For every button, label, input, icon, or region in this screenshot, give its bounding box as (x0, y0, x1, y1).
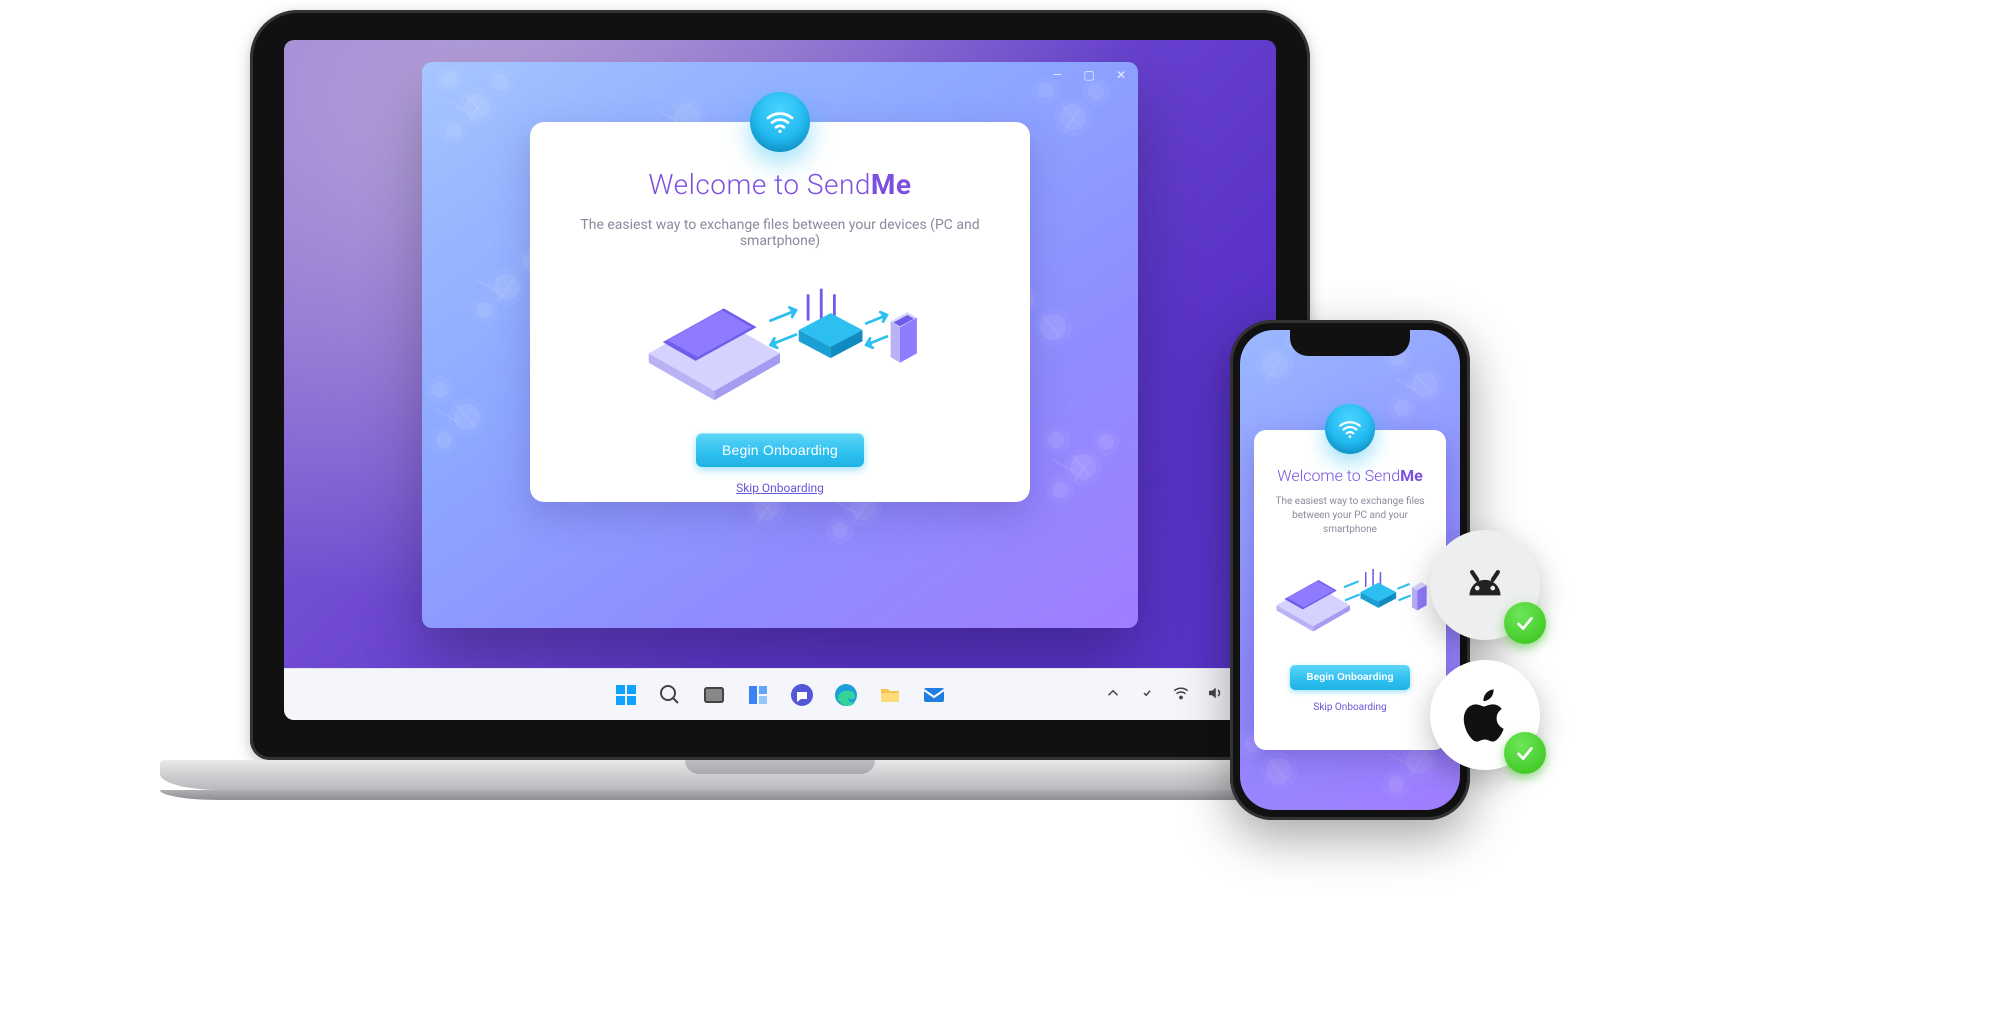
chat-icon[interactable] (789, 682, 815, 708)
welcome-subtitle: The easiest way to exchange files betwee… (556, 217, 1004, 249)
mail-icon[interactable] (921, 682, 947, 708)
apple-supported-badge (1430, 660, 1540, 770)
start-icon[interactable] (613, 682, 639, 708)
window-controls: — ▢ ✕ (1048, 68, 1130, 82)
widgets-icon[interactable] (745, 682, 771, 708)
brand-thin: Send (807, 168, 871, 201)
android-supported-badge (1430, 530, 1540, 640)
search-icon[interactable] (657, 682, 683, 708)
tray-chevron-icon[interactable] (1104, 684, 1122, 706)
desktop-area: — ▢ ✕ (284, 40, 1276, 668)
welcome-heading: Welcome to SendMe (556, 168, 1004, 201)
begin-onboarding-button[interactable]: Begin Onboarding (696, 433, 864, 467)
phone-screen: Welcome to SendMe The easiest way to exc… (1240, 330, 1460, 810)
heading-prefix: Welcome to (648, 168, 806, 201)
begin-onboarding-button-mobile[interactable]: Begin Onboarding (1290, 665, 1409, 690)
laptop-hinge (160, 760, 1400, 790)
window-close-button[interactable]: ✕ (1112, 68, 1130, 82)
file-explorer-icon[interactable] (877, 682, 903, 708)
brand-thin: Send (1365, 466, 1400, 485)
laptop-mockup: — ▢ ✕ (250, 10, 1310, 800)
laptop-screen: — ▢ ✕ (284, 40, 1276, 720)
windows-taskbar (284, 668, 1276, 720)
laptop-lid: — ▢ ✕ (250, 10, 1310, 760)
edge-icon[interactable] (833, 682, 859, 708)
laptop-foot (160, 790, 1400, 800)
skip-onboarding-link[interactable]: Skip Onboarding (556, 481, 1004, 495)
welcome-subtitle-mobile: The easiest way to exchange files betwee… (1266, 495, 1434, 537)
transfer-illustration (556, 269, 1004, 419)
brand-bold: Me (871, 168, 912, 201)
check-icon (1504, 602, 1546, 644)
taskbar-pinned-apps (613, 682, 947, 708)
heading-prefix: Welcome to (1277, 466, 1364, 485)
onboarding-card: Welcome to SendMe The easiest way to exc… (530, 122, 1030, 502)
phone-notch (1290, 330, 1410, 356)
wifi-icon (750, 92, 810, 152)
onboarding-card-mobile: Welcome to SendMe The easiest way to exc… (1254, 430, 1446, 750)
task-view-icon[interactable] (701, 682, 727, 708)
sendme-desktop-window: — ▢ ✕ (422, 62, 1138, 628)
sound-icon[interactable] (1206, 684, 1224, 706)
window-maximize-button[interactable]: ▢ (1080, 68, 1098, 82)
wifi-icon (1325, 404, 1375, 454)
brand-bold: Me (1400, 466, 1423, 485)
welcome-heading-mobile: Welcome to SendMe (1266, 466, 1434, 485)
window-minimize-button[interactable]: — (1048, 68, 1066, 82)
wifi-tray-icon[interactable] (1172, 684, 1190, 706)
onedrive-icon[interactable] (1138, 684, 1156, 706)
skip-onboarding-link-mobile[interactable]: Skip Onboarding (1266, 702, 1434, 713)
transfer-illustration-mobile (1266, 545, 1434, 655)
check-icon (1504, 732, 1546, 774)
